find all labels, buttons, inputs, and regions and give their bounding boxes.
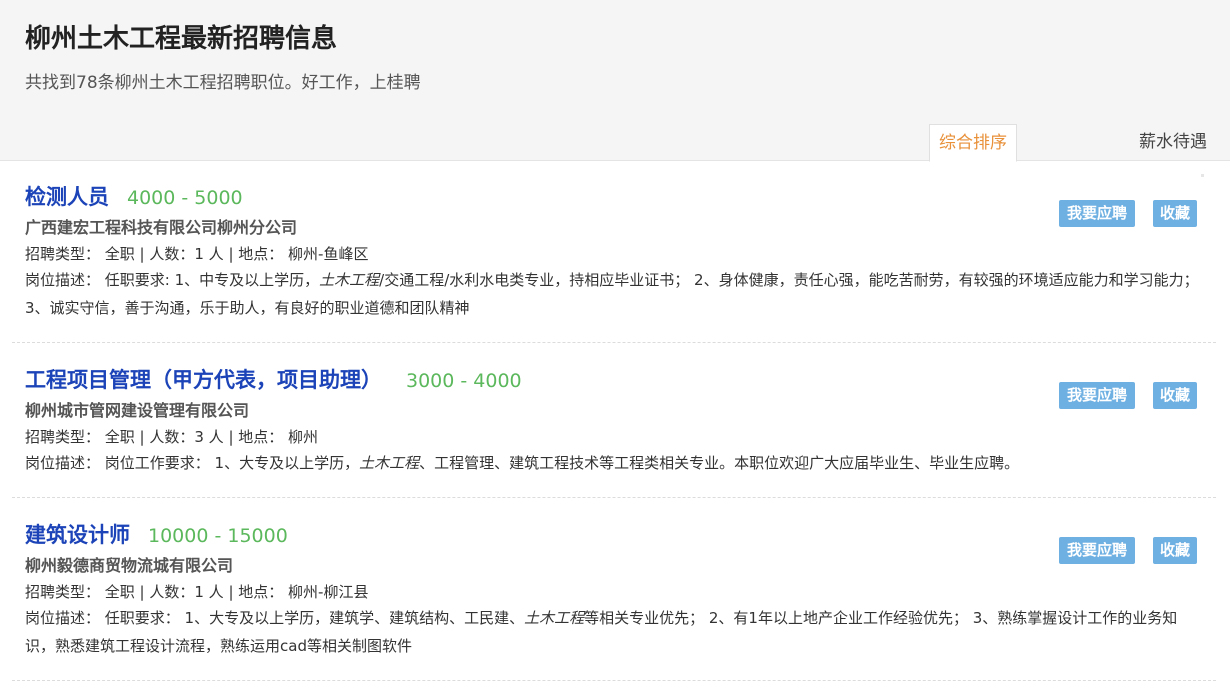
favorite-button[interactable]: 收藏 [1153,537,1197,564]
job-title-row: 工程项目管理（甲方代表，项目助理） 3000 - 4000 [25,364,522,394]
desc-text: 岗位描述： 任职要求: 1、中专及以上学历， [25,271,320,289]
job-description: 岗位描述： 任职要求: 1、中专及以上学历，土木工程/交通工程/水利水电类专业，… [25,266,1200,322]
job-description: 岗位描述： 岗位工作要求： 1、大专及以上学历，土木工程、工程管理、建筑工程技术… [25,449,1200,477]
job-card: 建筑设计师 10000 - 15000 柳州毅德商贸物流城有限公司 招聘类型： 全… [12,498,1216,681]
company-name: 广西建宏工程科技有限公司柳州分公司 [25,218,298,237]
job-meta: 招聘类型： 全职 | 人数：3 人 | 地点： 柳州 [25,428,319,446]
desc-highlight: 土木工程 [319,271,380,289]
desc-text: 岗位描述： 任职要求： 1、大专及以上学历，建筑学、建筑结构、工民建、 [25,609,525,627]
desc-highlight: 土木工程 [524,609,585,627]
company-name: 柳州毅德商贸物流城有限公司 [25,556,234,575]
company-name: 柳州城市管网建设管理有限公司 [25,401,250,420]
page-header: 柳州土木工程最新招聘信息 共找到78条柳州土木工程招聘职位。好工作，上桂聘 综合… [0,0,1230,162]
job-card: 工程项目管理（甲方代表，项目助理） 3000 - 4000 柳州城市管网建设管理有… [12,343,1216,498]
tab-salary-sort[interactable]: 薪水待遇 [1128,124,1218,161]
favorite-button[interactable]: 收藏 [1153,382,1197,409]
job-list: 检测人员 4000 - 5000 广西建宏工程科技有限公司柳州分公司 招聘类型： … [0,161,1230,681]
apply-button[interactable]: 我要应聘 [1059,200,1135,227]
desc-text: 、工程管理、建筑工程技术等工程类相关专业。本职位欢迎广大应届毕业生、毕业生应聘。 [419,454,1020,472]
job-description: 岗位描述： 任职要求： 1、大专及以上学历，建筑学、建筑结构、工民建、土木工程等… [25,604,1200,660]
job-title-link[interactable]: 检测人员 [25,185,109,209]
job-title-link[interactable]: 建筑设计师 [25,523,130,547]
desc-highlight: 土木工程 [359,454,420,472]
job-salary: 3000 - 4000 [406,370,522,392]
job-title-row: 建筑设计师 10000 - 15000 [25,519,288,549]
desc-text: 岗位描述： 岗位工作要求： 1、大专及以上学历， [25,454,360,472]
divider-dot [1201,174,1204,177]
result-count-subtitle: 共找到78条柳州土木工程招聘职位。好工作，上桂聘 [25,73,421,93]
favorite-button[interactable]: 收藏 [1153,200,1197,227]
tab-comprehensive-sort[interactable]: 综合排序 [929,124,1017,162]
job-meta: 招聘类型： 全职 | 人数：1 人 | 地点： 柳州-鱼峰区 [25,245,369,263]
apply-button[interactable]: 我要应聘 [1059,382,1135,409]
job-card: 检测人员 4000 - 5000 广西建宏工程科技有限公司柳州分公司 招聘类型： … [12,161,1216,343]
job-title-row: 检测人员 4000 - 5000 [25,181,243,211]
job-meta: 招聘类型： 全职 | 人数：1 人 | 地点： 柳州-柳江县 [25,583,369,601]
apply-button[interactable]: 我要应聘 [1059,537,1135,564]
job-salary: 10000 - 15000 [148,525,288,547]
job-salary: 4000 - 5000 [127,187,243,209]
job-title-link[interactable]: 工程项目管理（甲方代表，项目助理） [25,368,382,392]
page-title: 柳州土木工程最新招聘信息 [25,24,338,54]
